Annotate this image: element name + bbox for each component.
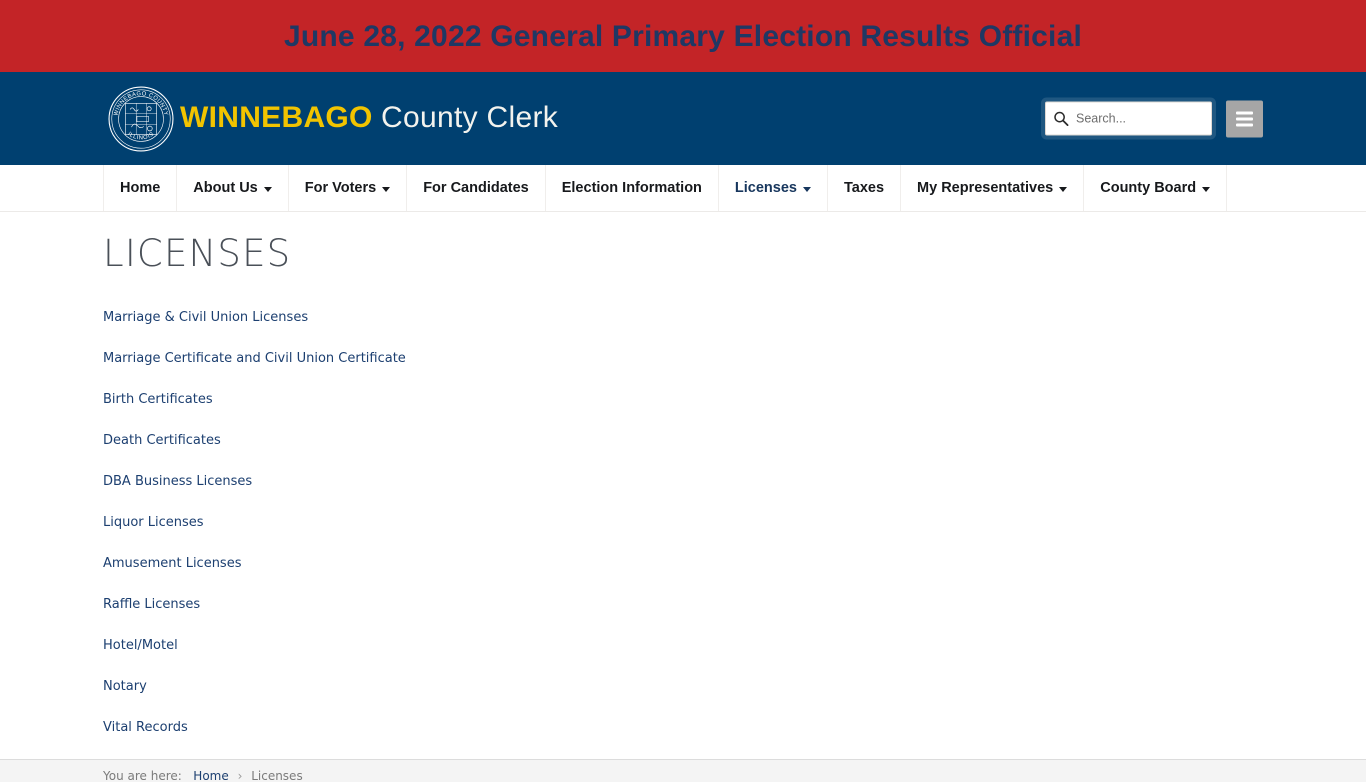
- license-link-list: Marriage & Civil Union Licenses Marriage …: [103, 308, 1263, 736]
- hamburger-bar: [1236, 123, 1253, 126]
- search-icon: [1053, 111, 1069, 127]
- list-item: Liquor Licenses: [103, 513, 1263, 531]
- list-item: Hotel/Motel: [103, 636, 1263, 654]
- nav-item-taxes[interactable]: Taxes: [828, 165, 902, 211]
- chevron-down-icon: [263, 186, 272, 192]
- nav-item-label: Home: [120, 180, 161, 196]
- list-item: DBA Business Licenses: [103, 472, 1263, 490]
- nav-item-label: Taxes: [843, 180, 885, 196]
- license-link-death-certificates[interactable]: Death Certificates: [103, 433, 221, 448]
- site-footer: You are here: Home › Licenses: [0, 758, 1366, 783]
- list-item: Death Certificates: [103, 431, 1263, 449]
- list-item: Marriage & Civil Union Licenses: [103, 308, 1263, 326]
- license-link-notary[interactable]: Notary: [103, 679, 147, 694]
- chevron-down-icon: [1059, 186, 1068, 192]
- content-container: LICENSES Marriage & Civil Union Licenses…: [103, 212, 1263, 736]
- license-link-dba-business-licenses[interactable]: DBA Business Licenses: [103, 474, 252, 489]
- page-title: LICENSES: [103, 232, 292, 275]
- nav-item-about-us[interactable]: About Us: [177, 165, 289, 211]
- nav-item-election-information[interactable]: Election Information: [546, 165, 719, 211]
- breadcrumb-item-home[interactable]: Home: [193, 769, 228, 783]
- nav-item-label: For Candidates: [423, 180, 529, 196]
- search-input[interactable]: [1076, 111, 1203, 126]
- main-navigation-list: Home About Us For Voters For Candidates Elec…: [103, 165, 1263, 211]
- site-logo-link[interactable]: WINNEBAGO COUNTY ILLINOIS WINNEBAGO Coun…: [107, 72, 558, 165]
- brand-text: WINNEBAGO County Clerk: [180, 100, 559, 135]
- license-link-amusement-licenses[interactable]: Amusement Licenses: [103, 556, 241, 571]
- nav-item-label: For Voters: [304, 180, 377, 196]
- alert-banner-text: June 28, 2022 General Primary Election R…: [283, 19, 1083, 53]
- license-link-hotel-motel[interactable]: Hotel/Motel: [103, 638, 178, 653]
- main-navigation: Home About Us For Voters For Candidates Elec…: [0, 165, 1366, 212]
- breadcrumb-separator: ›: [237, 768, 243, 783]
- chevron-down-icon: [1202, 186, 1211, 192]
- search-box[interactable]: [1045, 101, 1212, 136]
- license-link-raffle-licenses[interactable]: Raffle Licenses: [103, 597, 200, 612]
- nav-item-for-voters[interactable]: For Voters: [289, 165, 408, 211]
- license-link-liquor-licenses[interactable]: Liquor Licenses: [103, 515, 204, 530]
- svg-text:WINNEBAGO COUNTY: WINNEBAGO COUNTY: [113, 91, 168, 116]
- nav-item-for-candidates[interactable]: For Candidates: [407, 165, 546, 211]
- header-inner: WINNEBAGO COUNTY ILLINOIS WINNEBAGO Coun…: [103, 72, 1263, 165]
- license-link-marriage-certificate-and-civil-union-certificate[interactable]: Marriage Certificate and Civil Union Cer…: [103, 351, 406, 366]
- nav-item-label: County Board: [1100, 180, 1197, 196]
- list-item: Vital Records: [103, 718, 1263, 736]
- license-link-vital-records[interactable]: Vital Records: [103, 720, 188, 735]
- nav-item-label: My Representatives: [917, 180, 1054, 196]
- hamburger-bar: [1236, 117, 1253, 120]
- nav-item-my-representatives[interactable]: My Representatives: [901, 165, 1085, 211]
- svg-text:ILLINOIS: ILLINOIS: [126, 131, 155, 141]
- brand-name-primary: WINNEBAGO: [180, 100, 373, 134]
- nav-item-county-board[interactable]: County Board: [1084, 165, 1228, 211]
- breadcrumb-item-current: Licenses: [251, 768, 303, 783]
- list-item: Marriage Certificate and Civil Union Cer…: [103, 349, 1263, 367]
- hamburger-menu-icon[interactable]: [1226, 100, 1263, 137]
- alert-banner: June 28, 2022 General Primary Election R…: [0, 0, 1366, 72]
- nav-item-label: Election Information: [561, 180, 702, 196]
- list-item: Birth Certificates: [103, 390, 1263, 408]
- license-link-marriage-civil-union-licenses[interactable]: Marriage & Civil Union Licenses: [103, 310, 308, 325]
- chevron-down-icon: [802, 186, 811, 192]
- site-header: WINNEBAGO COUNTY ILLINOIS WINNEBAGO Coun…: [0, 72, 1366, 165]
- list-item: Raffle Licenses: [103, 595, 1263, 613]
- brand-name-secondary: County Clerk: [381, 100, 559, 134]
- nav-item-label: About Us: [193, 180, 258, 196]
- page-content: LICENSES Marriage & Civil Union Licenses…: [0, 212, 1366, 736]
- hamburger-bar: [1236, 111, 1253, 114]
- winnebago-county-seal-icon: WINNEBAGO COUNTY ILLINOIS: [107, 85, 175, 153]
- license-link-birth-certificates[interactable]: Birth Certificates: [103, 392, 213, 407]
- nav-item-licenses[interactable]: Licenses: [719, 165, 828, 211]
- chevron-down-icon: [382, 186, 391, 192]
- breadcrumb-prefix: You are here:: [103, 768, 182, 783]
- nav-item-home[interactable]: Home: [103, 165, 178, 211]
- breadcrumb: You are here: Home › Licenses: [103, 760, 1263, 783]
- list-item: Notary: [103, 677, 1263, 695]
- header-tools: [1045, 100, 1263, 137]
- list-item: Amusement Licenses: [103, 554, 1263, 572]
- nav-item-label: Licenses: [734, 180, 797, 196]
